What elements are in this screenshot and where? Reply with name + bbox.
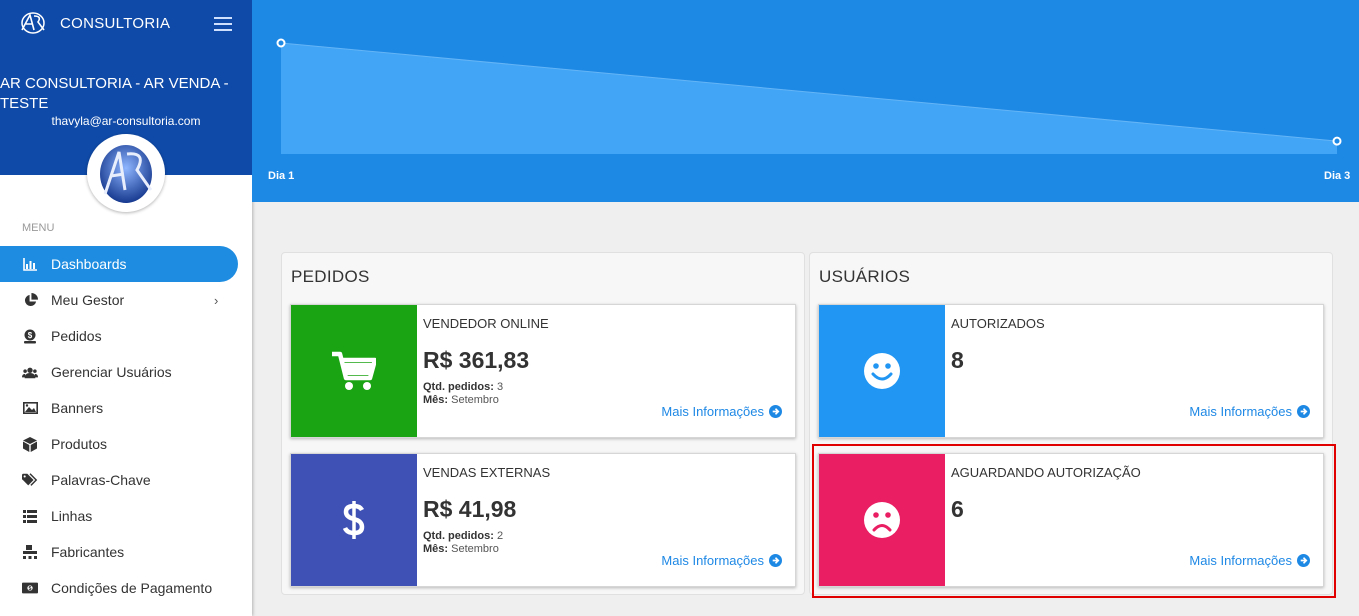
qtd-value: 3 [496, 381, 504, 393]
sidebar-item-pedidos[interactable]: $ Pedidos [0, 318, 252, 354]
sales-chart: Dia 1 Dia 3 [252, 0, 1359, 202]
card-icon-box [819, 305, 945, 437]
sidebar-item-meu-gestor[interactable]: Meu Gestor › [0, 282, 252, 318]
chevron-right-icon: › [214, 292, 219, 308]
sidebar-item-label: Pedidos [51, 328, 102, 344]
mes-label: Mês: [423, 543, 449, 555]
hamburger-menu-icon[interactable] [214, 17, 232, 31]
card-icon-box [819, 454, 945, 586]
cash-icon: $ [22, 580, 38, 596]
card-value: R$ 361,83 [423, 347, 530, 373]
users-icon [22, 364, 38, 380]
arrow-circle-right-icon [769, 405, 782, 418]
sidebar-item-label: Condições de Pagamento [51, 580, 213, 596]
link-label: Mais Informações [1189, 404, 1292, 419]
frown-icon [864, 502, 900, 538]
mais-informacoes-link[interactable]: Mais Informações [661, 404, 782, 419]
panel-title: USUÁRIOS [819, 267, 911, 286]
sidebar-item-label: Meu Gestor [51, 292, 125, 308]
card-value: 8 [951, 347, 964, 373]
card-value: R$ 41,98 [423, 496, 517, 522]
link-label: Mais Informações [1189, 553, 1292, 568]
avatar-logo-icon [100, 145, 153, 203]
sidebar-item-dashboards[interactable]: Dashboards [0, 246, 238, 282]
sidebar-item-banners[interactable]: Banners [0, 390, 252, 426]
arrow-circle-right-icon [1297, 554, 1310, 567]
card-value: 6 [951, 496, 964, 522]
company-name: AR CONSULTORIA - AR VENDA - TESTE [0, 75, 229, 112]
vendedor-online-card: VENDEDOR ONLINE R$ 361,83 Qtd. pedidos: … [290, 304, 796, 438]
sidebar-item-label: Produtos [51, 436, 108, 452]
menu-label: MENU [22, 222, 55, 234]
data-point[interactable] [1332, 136, 1342, 146]
sidebar-item-label: Palavras-Chave [51, 472, 151, 488]
qtd-label: Qtd. pedidos: [423, 381, 494, 393]
smile-icon [864, 353, 900, 389]
sidebar-nav: Dashboards Meu Gestor › $ Pedidos Gerenc… [0, 246, 252, 606]
vendas-externas-card: VENDAS EXTERNAS R$ 41,98 Qtd. pedidos: 2… [290, 453, 796, 587]
autorizados-card: AUTORIZADOS 8 Mais Informações [818, 304, 1324, 438]
image-icon [22, 400, 38, 416]
list-icon [22, 508, 38, 524]
card-mes: Mês: Setembro [423, 394, 499, 406]
card-title: AGUARDANDO AUTORIZAÇÃO [951, 465, 1141, 480]
mais-informacoes-link[interactable]: Mais Informações [1189, 553, 1310, 568]
sidebar-item-palavras-chave[interactable]: Palavras-Chave [0, 462, 252, 498]
card-qtd: Qtd. pedidos: 2 [423, 530, 503, 542]
mais-informacoes-link[interactable]: Mais Informações [661, 553, 782, 568]
qtd-value: 2 [496, 530, 504, 542]
sidebar-item-linhas[interactable]: Linhas [0, 498, 252, 534]
svg-text:$: $ [29, 586, 32, 592]
card-mes: Mês: Setembro [423, 543, 499, 555]
mes-value: Setembro [451, 543, 499, 555]
aguardando-autorizacao-card: AGUARDANDO AUTORIZAÇÃO 6 Mais Informaçõe… [818, 453, 1324, 587]
card-icon-box [291, 454, 417, 586]
cart-icon [332, 351, 376, 390]
panel-title: PEDIDOS [291, 267, 370, 286]
pie-chart-icon [22, 292, 38, 308]
card-icon-box [291, 305, 417, 437]
link-label: Mais Informações [661, 404, 764, 419]
brand-name: CONSULTORIA [60, 14, 171, 32]
qtd-label: Qtd. pedidos: [423, 530, 494, 542]
card-qtd: Qtd. pedidos: 3 [423, 381, 503, 393]
card-title: AUTORIZADOS [951, 316, 1045, 331]
sidebar-item-label: Dashboards [51, 256, 127, 272]
x-tick-label: Dia 3 [1324, 170, 1351, 182]
mais-informacoes-link[interactable]: Mais Informações [1189, 404, 1310, 419]
link-label: Mais Informações [661, 553, 764, 568]
card-title: VENDEDOR ONLINE [423, 316, 549, 331]
chart-svg [276, 38, 1342, 154]
pallet-icon [22, 544, 38, 560]
brand[interactable]: CONSULTORIA [18, 10, 170, 36]
dollar-icon [343, 501, 365, 539]
bar-chart-icon [22, 256, 38, 272]
sidebar-item-produtos[interactable]: Produtos [0, 426, 252, 462]
user-email: thavyla@ar-consultoria.com [51, 114, 201, 128]
mes-label: Mês: [423, 394, 449, 406]
x-tick-label: Dia 1 [268, 170, 295, 182]
sidebar: CONSULTORIA AR CONSULTORIA - AR VENDA - … [0, 0, 252, 616]
brand-logo-icon [21, 12, 45, 34]
sidebar-item-fabricantes[interactable]: Fabricantes [0, 534, 252, 570]
svg-text:$: $ [28, 331, 33, 340]
box-icon [22, 436, 38, 452]
arrow-circle-right-icon [769, 554, 782, 567]
sidebar-item-label: Linhas [51, 508, 93, 524]
usuarios-panel: USUÁRIOS AUTORIZADOS 8 Mais Informações … [809, 252, 1333, 595]
avatar[interactable] [87, 134, 165, 212]
sidebar-item-condicoes-pagamento[interactable]: $ Condições de Pagamento [0, 570, 252, 606]
mes-value: Setembro [451, 394, 499, 406]
sidebar-item-label: Banners [51, 400, 104, 416]
pedidos-panel: PEDIDOS VENDEDOR ONLINE R$ 361,83 Qtd. p… [281, 252, 805, 595]
money-bag-icon: $ [22, 328, 38, 344]
card-title: VENDAS EXTERNAS [423, 465, 551, 480]
sidebar-item-label: Fabricantes [51, 544, 125, 560]
sidebar-item-gerenciar-usuarios[interactable]: Gerenciar Usuários [0, 354, 252, 390]
tags-icon [22, 472, 38, 488]
data-point[interactable] [276, 38, 286, 48]
arrow-circle-right-icon [1297, 405, 1310, 418]
series-area [281, 43, 1337, 154]
sidebar-item-label: Gerenciar Usuários [51, 364, 172, 380]
